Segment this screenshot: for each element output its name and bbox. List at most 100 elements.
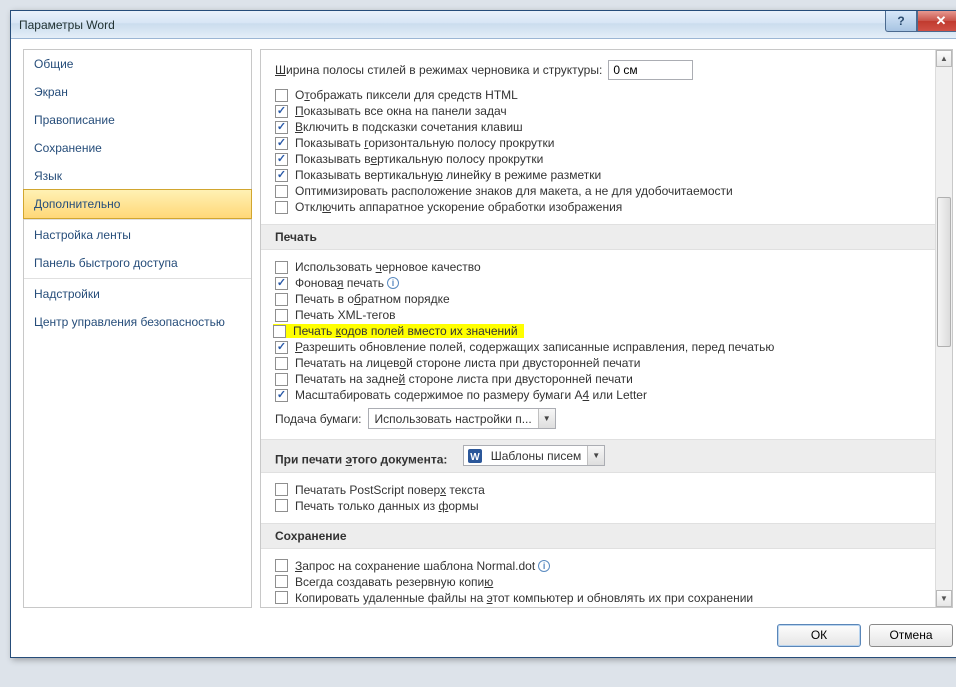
display-opt-7: Отключить аппаратное ускорение обработки… xyxy=(275,200,921,214)
help-button[interactable]: ? xyxy=(885,11,917,32)
print-opt-6: Печатать на лицевой стороне листа при дв… xyxy=(275,356,921,370)
save-opt-1-checkbox[interactable] xyxy=(275,575,288,588)
sidebar-item-display[interactable]: Экран xyxy=(24,78,251,106)
printdoc-opt-1-label[interactable]: Печать только данных из формы xyxy=(295,499,479,513)
window-title: Параметры Word xyxy=(19,18,115,32)
printdoc-opt-1: Печать только данных из формы xyxy=(275,499,921,513)
display-opt-5-label[interactable]: Показывать вертикальную линейку в режиме… xyxy=(295,168,601,182)
section-save: Сохранение xyxy=(261,523,935,549)
doc-dropdown[interactable]: W Шаблоны писем ▼ xyxy=(463,445,606,466)
display-opt-4-label[interactable]: Показывать вертикальную полосу прокрутки xyxy=(295,152,543,166)
close-button[interactable]: ✕ xyxy=(917,11,956,32)
display-opt-4-checkbox[interactable] xyxy=(275,153,288,166)
titlebar[interactable]: Параметры Word ? ✕ xyxy=(11,11,956,39)
display-opt-6-checkbox[interactable] xyxy=(275,185,288,198)
sidebar-item-qat[interactable]: Панель быстрого доступа xyxy=(24,249,251,277)
print-opt-8-checkbox[interactable] xyxy=(275,389,288,402)
scroll-up-icon[interactable]: ▲ xyxy=(936,50,952,67)
display-opt-7-label[interactable]: Отключить аппаратное ускорение обработки… xyxy=(295,200,622,214)
sidebar-item-trust[interactable]: Центр управления безопасностью xyxy=(24,308,251,336)
print-opt-4-checkbox[interactable] xyxy=(273,325,286,338)
print-opt-0-label[interactable]: Использовать черновое качество xyxy=(295,260,481,274)
tray-label: Подача бумаги: xyxy=(275,412,362,426)
print-opt-4: Печать кодов полей вместо их значений xyxy=(275,324,921,338)
save-opt-0-label[interactable]: Запрос на сохранение шаблона Normal.dot xyxy=(295,559,535,573)
save-opt-2-checkbox[interactable] xyxy=(275,591,288,604)
display-opt-5-checkbox[interactable] xyxy=(275,169,288,182)
print-opt-8-label[interactable]: Масштабировать содержимое по размеру бум… xyxy=(295,388,647,402)
vertical-scrollbar[interactable]: ▲ ▼ xyxy=(935,50,952,607)
print-opt-6-checkbox[interactable] xyxy=(275,357,288,370)
save-opt-2: Копировать удаленные файлы на этот компь… xyxy=(275,591,921,605)
print-opt-3-checkbox[interactable] xyxy=(275,309,288,322)
sidebar-item-save[interactable]: Сохранение xyxy=(24,134,251,162)
print-opt-2-label[interactable]: Печать в обратном порядке xyxy=(295,292,450,306)
display-opt-2: Включить в подсказки сочетания клавиш xyxy=(275,120,921,134)
print-opt-5-label[interactable]: Разрешить обновление полей, содержащих з… xyxy=(295,340,774,354)
display-opt-2-checkbox[interactable] xyxy=(275,121,288,134)
save-opt-0-checkbox[interactable] xyxy=(275,559,288,572)
section-print: Печать xyxy=(261,224,935,250)
section-print-doc: При печати этого документа: W Шаблоны пи… xyxy=(261,439,935,473)
display-opt-0-checkbox[interactable] xyxy=(275,89,288,102)
style-width-label: Ширина полосы стилей в режимах черновика… xyxy=(275,63,602,77)
options-panel: Ширина полосы стилей в режимах черновика… xyxy=(260,49,953,608)
print-opt-3-label[interactable]: Печать XML-тегов xyxy=(295,308,396,322)
sidebar-item-advanced[interactable]: Дополнительно xyxy=(23,189,252,219)
display-opt-1-checkbox[interactable] xyxy=(275,105,288,118)
print-opt-2: Печать в обратном порядке xyxy=(275,292,921,306)
display-opt-0: Отображать пиксели для средств HTML xyxy=(275,88,921,102)
print-opt-0-checkbox[interactable] xyxy=(275,261,288,274)
print-opt-5: Разрешить обновление полей, содержащих з… xyxy=(275,340,921,354)
scroll-thumb[interactable] xyxy=(937,197,951,347)
sidebar-item-general[interactable]: Общие xyxy=(24,50,251,78)
print-opt-4-label[interactable]: Печать кодов полей вместо их значений xyxy=(293,324,518,338)
display-opt-1-label[interactable]: Показывать все окна на панели задач xyxy=(295,104,507,118)
dialog-footer: ОК Отмена xyxy=(11,616,956,657)
display-opt-3-label[interactable]: Показывать горизонтальную полосу прокрут… xyxy=(295,136,554,150)
print-opt-1-checkbox[interactable] xyxy=(275,277,288,290)
print-opt-4-highlight: Печать кодов полей вместо их значений xyxy=(273,324,524,338)
display-opt-3: Показывать горизонтальную полосу прокрут… xyxy=(275,136,921,150)
print-opt-6-label[interactable]: Печатать на лицевой стороне листа при дв… xyxy=(295,356,640,370)
display-opt-0-label[interactable]: Отображать пиксели для средств HTML xyxy=(295,88,518,102)
chevron-down-icon: ▼ xyxy=(538,409,555,428)
display-opt-2-label[interactable]: Включить в подсказки сочетания клавиш xyxy=(295,120,523,134)
print-opt-1: Фоновая печатьi xyxy=(275,276,921,290)
printdoc-opt-1-checkbox[interactable] xyxy=(275,499,288,512)
ok-button[interactable]: ОК xyxy=(777,624,861,647)
word-doc-icon: W xyxy=(467,448,483,464)
sidebar-item-language[interactable]: Язык xyxy=(24,162,251,190)
print-opt-7: Печатать на задней стороне листа при дву… xyxy=(275,372,921,386)
style-width-input[interactable] xyxy=(608,60,693,80)
print-opt-3: Печать XML-тегов xyxy=(275,308,921,322)
chevron-down-icon: ▼ xyxy=(587,446,604,465)
display-opt-7-checkbox[interactable] xyxy=(275,201,288,214)
display-opt-6-label[interactable]: Оптимизировать расположение знаков для м… xyxy=(295,184,733,198)
category-sidebar: Общие Экран Правописание Сохранение Язык… xyxy=(23,49,252,608)
svg-text:W: W xyxy=(470,452,480,463)
print-opt-1-label[interactable]: Фоновая печать xyxy=(295,276,384,290)
print-opt-7-label[interactable]: Печатать на задней стороне листа при дву… xyxy=(295,372,633,386)
scroll-down-icon[interactable]: ▼ xyxy=(936,590,952,607)
sidebar-item-proofing[interactable]: Правописание xyxy=(24,106,251,134)
sidebar-item-ribbon[interactable]: Настройка ленты xyxy=(24,221,251,249)
sidebar-item-addins[interactable]: Надстройки xyxy=(24,280,251,308)
print-opt-2-checkbox[interactable] xyxy=(275,293,288,306)
display-opt-3-checkbox[interactable] xyxy=(275,137,288,150)
printdoc-opt-0-checkbox[interactable] xyxy=(275,483,288,496)
tray-dropdown[interactable]: Использовать настройки п... ▼ xyxy=(368,408,556,429)
info-icon[interactable]: i xyxy=(538,560,550,572)
info-icon[interactable]: i xyxy=(387,277,399,289)
print-opt-5-checkbox[interactable] xyxy=(275,341,288,354)
display-opt-6: Оптимизировать расположение знаков для м… xyxy=(275,184,921,198)
print-opt-7-checkbox[interactable] xyxy=(275,373,288,386)
cancel-button[interactable]: Отмена xyxy=(869,624,953,647)
display-opt-1: Показывать все окна на панели задач xyxy=(275,104,921,118)
printdoc-opt-0-label[interactable]: Печатать PostScript поверх текста xyxy=(295,483,485,497)
save-opt-2-label[interactable]: Копировать удаленные файлы на этот компь… xyxy=(295,591,753,605)
save-opt-0: Запрос на сохранение шаблона Normal.doti xyxy=(275,559,921,573)
save-opt-1-label[interactable]: Всегда создавать резервную копию xyxy=(295,575,493,589)
display-opt-5: Показывать вертикальную линейку в режиме… xyxy=(275,168,921,182)
printdoc-opt-0: Печатать PostScript поверх текста xyxy=(275,483,921,497)
